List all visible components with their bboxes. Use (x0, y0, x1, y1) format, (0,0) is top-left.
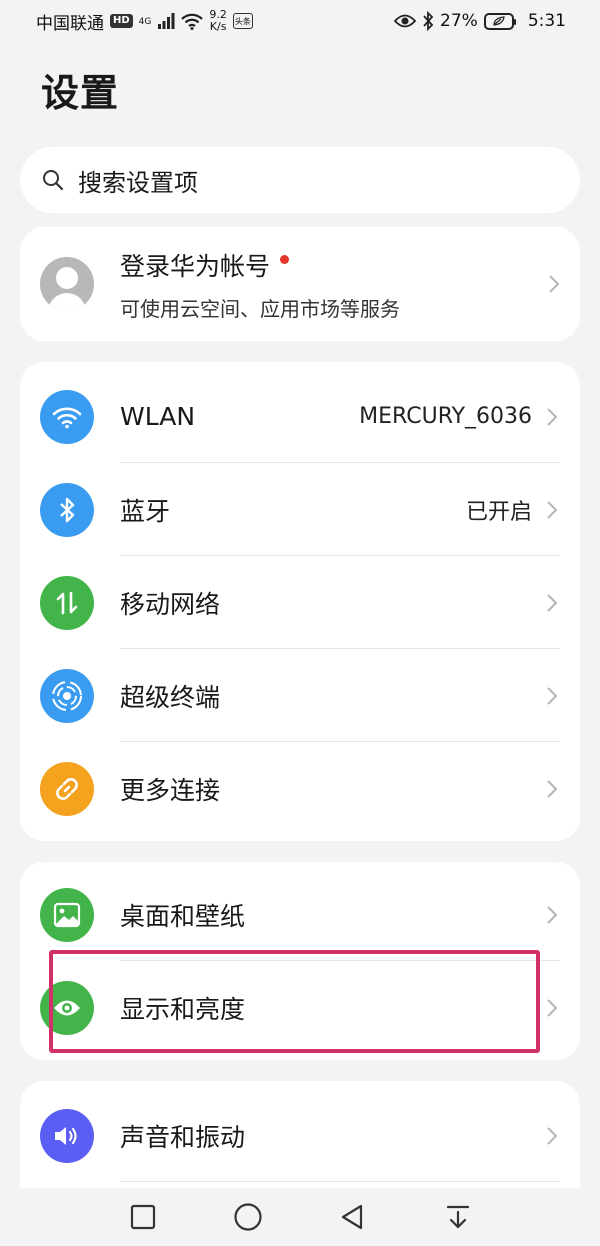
chevron-right-icon (547, 998, 558, 1017)
avatar (40, 257, 94, 311)
settings-item-label: 更多连接 (120, 775, 221, 805)
wifi-icon (40, 389, 94, 444)
settings-item-label: 移动网络 (120, 589, 221, 619)
account-subtitle: 可使用云空间、应用市场等服务 (120, 296, 400, 321)
square-icon (130, 1204, 155, 1230)
notification-pull-button[interactable] (438, 1197, 478, 1237)
triangle-back-icon (341, 1204, 362, 1230)
settings-item-label: 桌面和壁纸 (120, 901, 246, 931)
wifi-status-icon (181, 13, 204, 30)
net-speed: 9.2 K/s (209, 9, 227, 33)
settings-item-label: 超级终端 (120, 682, 221, 712)
settings-item-bluetooth[interactable]: 蓝牙 已开启 (20, 463, 580, 556)
chevron-right-icon (547, 779, 558, 798)
status-bar: 中国联通 HD 4G 9.2 K/s 头条 27% 5:31 (0, 0, 600, 42)
home-button[interactable] (228, 1197, 268, 1237)
settings-item-display-brightness[interactable]: 显示和亮度 (20, 961, 580, 1054)
chevron-right-icon (547, 686, 558, 705)
settings-item-label: 显示和亮度 (120, 994, 246, 1024)
app-notification-icon: 头条 (232, 13, 253, 29)
chevron-right-icon (547, 1126, 558, 1145)
net-speed-unit: K/s (209, 20, 227, 33)
navigation-bar (0, 1188, 600, 1246)
bluetooth-icon (40, 482, 94, 537)
back-button[interactable] (333, 1197, 373, 1237)
bluetooth-status-icon (423, 11, 434, 31)
battery-icon (483, 12, 516, 30)
battery-percent: 27% (440, 11, 478, 31)
speaker-icon (40, 1108, 94, 1163)
page-title: 设置 (41, 71, 120, 115)
settings-item-label: 声音和振动 (120, 1122, 246, 1152)
chevron-right-icon (547, 407, 558, 426)
notification-dot (280, 255, 290, 264)
hd-badge: HD (110, 14, 133, 28)
settings-item-super-device[interactable]: 超级终端 (20, 649, 580, 742)
carrier-name: 中国联通 (36, 13, 104, 34)
link-icon (40, 761, 94, 816)
sound-card: 声音和振动 (20, 1081, 580, 1201)
search-icon (43, 170, 64, 191)
search-input[interactable]: 搜索设置项 (20, 147, 580, 213)
eye-icon (40, 980, 94, 1035)
chevron-right-icon (547, 593, 558, 612)
clock: 5:31 (527, 11, 566, 31)
eye-comfort-icon (394, 14, 417, 28)
connections-card: WLAN MERCURY_6036 蓝牙 已开启 移动网络 超级终端 更多连接 (20, 362, 580, 841)
search-placeholder: 搜索设置项 (78, 168, 198, 197)
settings-item-mobile-network[interactable]: 移动网络 (20, 556, 580, 649)
chevron-right-icon (547, 500, 558, 519)
settings-item-value: 已开启 (465, 499, 532, 525)
pull-down-icon (446, 1205, 469, 1229)
account-card[interactable]: 登录华为帐号 可使用云空间、应用市场等服务 (20, 227, 580, 341)
settings-item-value: MERCURY_6036 (359, 404, 532, 429)
signal-icon (158, 13, 175, 29)
settings-item-label: 蓝牙 (120, 496, 171, 526)
recent-apps-button[interactable] (123, 1197, 163, 1237)
chevron-right-icon (549, 275, 560, 293)
settings-item-wallpaper[interactable]: 桌面和壁纸 (20, 868, 580, 961)
super-device-icon (40, 668, 94, 723)
network-type: 4G (138, 16, 152, 27)
mobile-data-icon (40, 575, 94, 630)
account-title: 登录华为帐号 (120, 251, 271, 281)
settings-item-wlan[interactable]: WLAN MERCURY_6036 (20, 370, 580, 463)
settings-item-sound-vibration[interactable]: 声音和振动 (20, 1089, 580, 1182)
settings-item-label: WLAN (120, 402, 196, 431)
settings-item-more-connections[interactable]: 更多连接 (20, 742, 580, 835)
chevron-right-icon (547, 905, 558, 924)
wallpaper-icon (40, 887, 94, 942)
circle-icon (233, 1203, 262, 1231)
display-card: 桌面和壁纸 显示和亮度 (20, 862, 580, 1060)
